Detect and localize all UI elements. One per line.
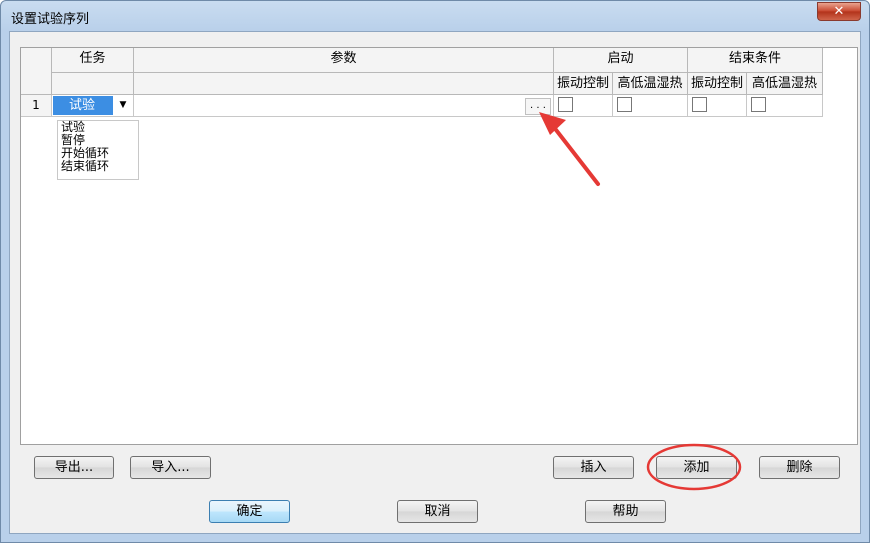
annotation-circle-icon bbox=[646, 443, 742, 491]
annotation-overlay bbox=[539, 112, 742, 491]
annotation-arrow-icon bbox=[539, 112, 600, 186]
